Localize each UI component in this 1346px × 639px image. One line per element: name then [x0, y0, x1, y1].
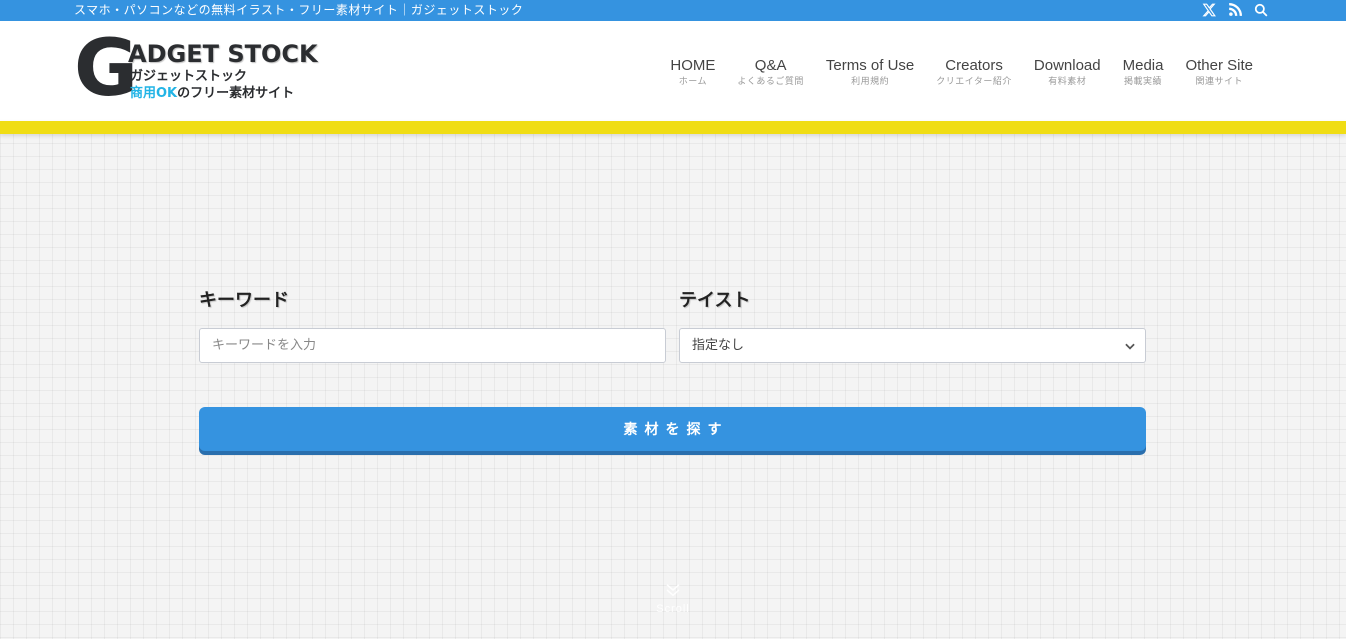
nav-label: HOME [670, 57, 716, 74]
nav-sublabel: クリエイター紹介 [936, 77, 1012, 87]
keyword-input[interactable] [199, 328, 666, 363]
nav-label: Creators [945, 57, 1003, 74]
search-icon[interactable] [1253, 2, 1268, 18]
nav-item-download[interactable]: Download 有料素材 [1023, 57, 1112, 88]
nav-item-creators[interactable]: Creators クリエイター紹介 [925, 57, 1023, 88]
chevron-double-down-icon [666, 584, 680, 597]
nav-item-qa[interactable]: Q&A よくあるご質問 [726, 57, 815, 88]
taste-selected-value: 指定なし [692, 338, 745, 353]
logo-brand: ADGET STOCK [128, 40, 318, 68]
keyword-field-group: キーワード [199, 288, 666, 363]
top-bar: スマホ・パソコンなどの無料イラスト・フリー素材サイト｜ガジェットストック [0, 0, 1346, 21]
site-logo[interactable]: G ADGET STOCK ガジェットストック 商用OKのフリー素材サイト [74, 30, 324, 108]
taste-select[interactable]: 指定なし [679, 328, 1146, 363]
nav-item-other-site[interactable]: Other Site 関連サイト [1174, 57, 1264, 88]
nav-sublabel: 関連サイト [1195, 77, 1243, 87]
nav-label: Terms of Use [825, 57, 915, 74]
scroll-label: Scroll [656, 603, 690, 615]
search-form: キーワード テイスト 指定なし 素材を探す [199, 288, 1146, 451]
logo-subtitle: 商用OKのフリー素材サイト [130, 86, 294, 102]
logo-subtitle-rest: のフリー素材サイト [177, 86, 295, 101]
nav-item-media[interactable]: Media 掲載実績 [1112, 57, 1175, 88]
nav-label: Other Site [1185, 57, 1253, 74]
taste-label: テイスト [679, 290, 751, 311]
nav-label: Q&A [754, 57, 787, 74]
scroll-hint[interactable]: Scroll [648, 582, 698, 615]
nav-sublabel: 利用規約 [851, 77, 890, 87]
nav-sublabel: ホーム [678, 77, 707, 87]
nav-sublabel: よくあるご質問 [737, 77, 804, 87]
logo-subtitle-accent: 商用OK [130, 86, 178, 101]
logo-initial: G [74, 24, 138, 114]
logo-kana: ガジェットストック [130, 69, 248, 84]
x-twitter-icon[interactable] [1201, 2, 1216, 18]
rss-icon[interactable] [1227, 2, 1242, 18]
chevron-down-icon [1125, 343, 1135, 350]
social-icons [1201, 2, 1268, 18]
site-tagline: スマホ・パソコンなどの無料イラスト・フリー素材サイト｜ガジェットストック [74, 3, 524, 17]
search-submit-button[interactable]: 素材を探す [199, 407, 1146, 451]
nav-sublabel: 有料素材 [1048, 77, 1087, 87]
keyword-label: キーワード [199, 290, 289, 311]
nav-sublabel: 掲載実績 [1124, 77, 1163, 87]
nav-label: Media [1122, 57, 1164, 74]
nav-item-home[interactable]: HOME ホーム [659, 57, 726, 88]
main-nav: HOME ホーム Q&A よくあるご質問 Terms of Use 利用規約 C… [659, 57, 1264, 88]
header-accent-bar [0, 121, 1346, 134]
taste-field-group: テイスト 指定なし [679, 288, 1146, 363]
nav-item-terms[interactable]: Terms of Use 利用規約 [815, 57, 925, 88]
nav-label: Download [1033, 57, 1101, 74]
site-header: G ADGET STOCK ガジェットストック 商用OKのフリー素材サイト HO… [0, 21, 1346, 121]
